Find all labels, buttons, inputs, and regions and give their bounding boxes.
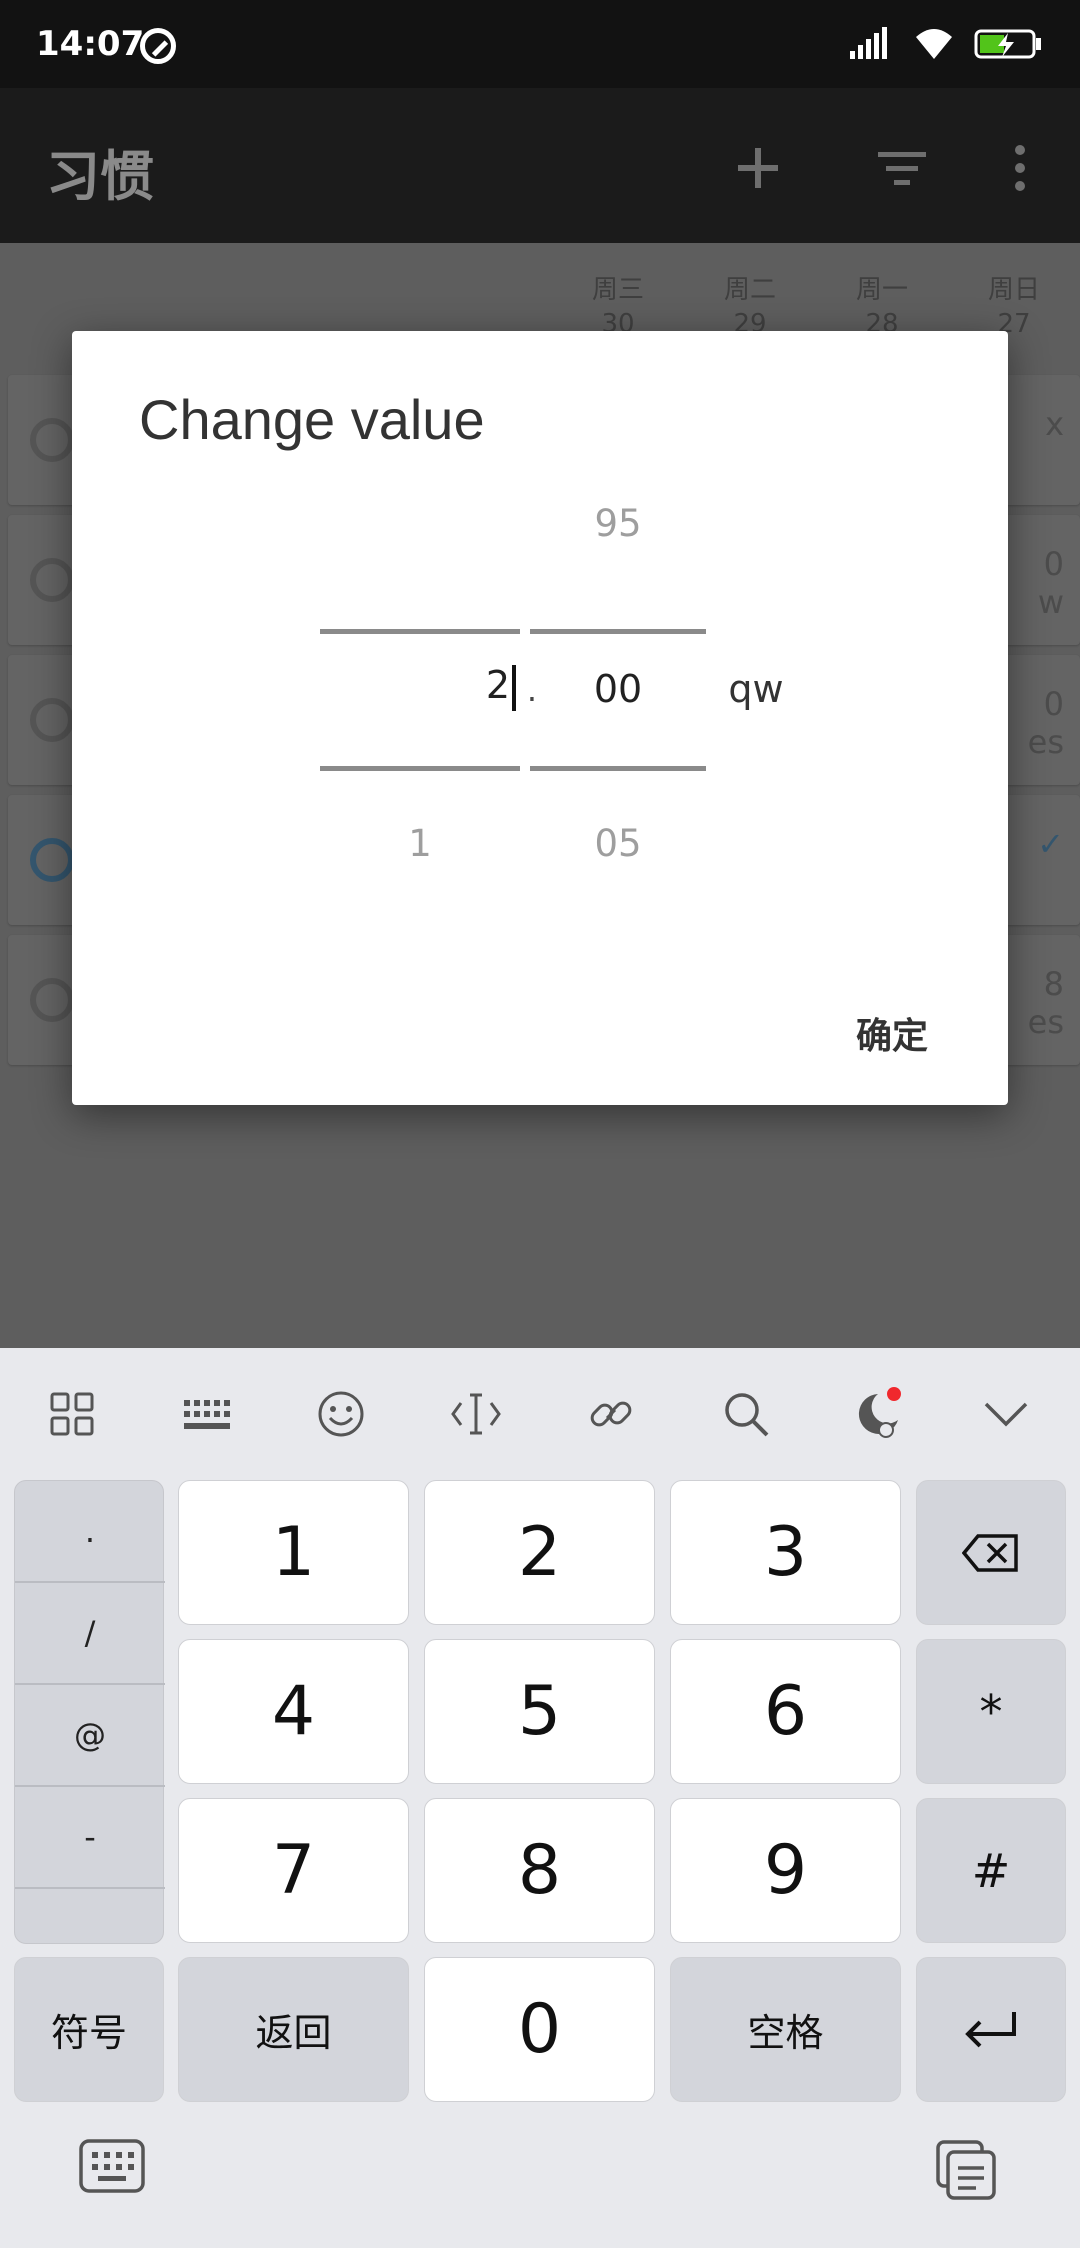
numeric-keyboard: . / @ - 1 2 3 4 5 6 * 7 8 9 # 符号 返回 0 空格 [0, 1348, 1080, 2248]
app-title: 习惯 [46, 145, 154, 208]
search-icon[interactable] [716, 1384, 776, 1444]
keyboard-layout-icon[interactable] [176, 1384, 236, 1444]
habit-score-ring [30, 838, 74, 882]
night-mode-icon[interactable] [846, 1384, 906, 1444]
symbol-column: . / @ - [14, 1480, 165, 1945]
key-5[interactable]: 5 [424, 1639, 655, 1784]
hash-key[interactable]: # [916, 1798, 1066, 1943]
change-value-dialog: Change value 2 1 . 95 00 05 qw 确定 [72, 331, 1008, 1105]
habit-check-value[interactable]: x [1045, 405, 1064, 443]
backspace-icon [962, 1533, 1018, 1572]
filter-icon[interactable] [874, 140, 930, 196]
key-7[interactable]: 7 [178, 1798, 409, 1943]
symbol-key[interactable]: / [15, 1583, 165, 1685]
status-icons [850, 24, 1044, 64]
backspace-key[interactable] [916, 1480, 1066, 1625]
status-time: 14:07 [36, 24, 145, 64]
symbols-key[interactable]: 符号 [14, 1957, 164, 2102]
key-1[interactable]: 1 [178, 1480, 409, 1625]
key-6[interactable]: 6 [670, 1639, 901, 1784]
confirm-button[interactable]: 确定 [856, 1007, 928, 1059]
status-bar: 14:07 [0, 0, 1080, 88]
picker-divider [530, 629, 706, 634]
sync-icon [140, 28, 176, 64]
enter-key[interactable] [916, 1957, 1066, 2102]
habit-score-ring [30, 558, 74, 602]
integer-value[interactable]: 2 [486, 663, 510, 707]
habit-check-value[interactable]: 8 es [1028, 965, 1064, 1041]
more-options-icon[interactable] [1000, 140, 1056, 196]
habit-score-ring [30, 418, 74, 462]
picker-divider [320, 766, 520, 771]
signal-icon [850, 27, 887, 59]
asterisk-key[interactable]: * [916, 1639, 1066, 1784]
habit-score-ring [30, 978, 74, 1022]
symbol-key[interactable] [15, 1889, 165, 1945]
symbol-key[interactable]: @ [15, 1685, 165, 1787]
key-9[interactable]: 9 [670, 1798, 901, 1943]
symbol-key[interactable]: . [15, 1481, 165, 1583]
integer-picker[interactable] [320, 461, 520, 541]
app-bar: 习惯 [0, 88, 1080, 243]
wifi-icon [916, 29, 952, 59]
key-3[interactable]: 3 [670, 1480, 901, 1625]
dialog-title: Change value [139, 388, 485, 451]
battery-icon [974, 29, 1041, 59]
back-key[interactable]: 返回 [178, 1957, 409, 2102]
enter-icon [965, 2011, 1016, 2047]
space-key[interactable]: 空格 [670, 1957, 901, 2102]
decimal-below-wrap[interactable]: 05 [530, 821, 706, 865]
decimal-above[interactable]: 95 [594, 502, 641, 545]
picker-divider [530, 766, 706, 771]
habit-score-ring [30, 698, 74, 742]
keyboard-switch-icon[interactable] [78, 2138, 146, 2194]
collapse-keyboard-icon[interactable] [976, 1384, 1036, 1444]
integer-above[interactable] [320, 461, 520, 541]
habit-check-value[interactable]: 0w [1038, 545, 1064, 621]
decimal-above-wrap[interactable]: 95 [530, 501, 706, 545]
apps-grid-icon[interactable] [42, 1384, 102, 1444]
key-2[interactable]: 2 [424, 1480, 655, 1625]
integer-below-wrap[interactable]: 1 [320, 821, 520, 865]
habit-check-value[interactable]: ✓ [1037, 825, 1064, 863]
habit-check-value[interactable]: 0 es [1028, 685, 1064, 761]
integer-field[interactable]: 2 [320, 663, 516, 711]
unit-label: qw [728, 667, 784, 711]
emoji-icon[interactable] [311, 1384, 371, 1444]
keyboard-toolbar [0, 1348, 1080, 1478]
decimal-value[interactable]: 00 [530, 667, 706, 711]
key-0[interactable]: 0 [424, 1957, 655, 2102]
cursor-move-icon[interactable] [446, 1384, 506, 1444]
add-icon[interactable] [730, 140, 786, 196]
integer-below[interactable]: 1 [408, 822, 432, 865]
decimal-below[interactable]: 05 [594, 822, 641, 865]
symbol-key[interactable]: - [15, 1787, 165, 1889]
link-icon[interactable] [581, 1384, 641, 1444]
clipboard-icon[interactable] [934, 2138, 998, 2202]
key-4[interactable]: 4 [178, 1639, 409, 1784]
key-8[interactable]: 8 [424, 1798, 655, 1943]
picker-divider [320, 629, 520, 634]
